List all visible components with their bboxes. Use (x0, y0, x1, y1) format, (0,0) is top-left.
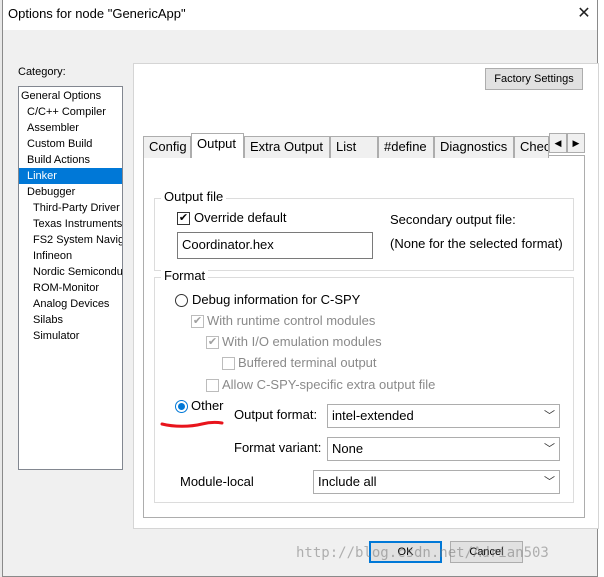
format-variant-label: Format variant: (234, 440, 322, 455)
tab-config[interactable]: Config (143, 136, 191, 158)
secondary-output-label: Secondary output file: (390, 212, 516, 227)
tab-diagnostics[interactable]: Diagnostics (434, 136, 514, 158)
output-file-legend: Output file (161, 189, 227, 204)
category-item[interactable]: Nordic Semiconduc (19, 264, 122, 280)
tab-define[interactable]: #define (378, 136, 434, 158)
chevron-down-icon: ﹀ (544, 443, 555, 455)
category-label: Category: (18, 66, 66, 78)
runtime-control-label: With runtime control modules (207, 313, 376, 328)
tab-extra-output[interactable]: Extra Output (244, 136, 330, 158)
override-default-checkbox[interactable]: ✔ (177, 212, 190, 225)
category-item[interactable]: Simulator (19, 328, 122, 344)
output-filename-input[interactable]: Coordinator.hex (177, 232, 373, 259)
tab-scroll-right-icon[interactable]: ▶ (567, 133, 585, 153)
window-title: Options for node "GenericApp" (8, 6, 186, 21)
category-item[interactable]: FS2 System Naviga (19, 232, 122, 248)
runtime-control-checkbox: ✔ (191, 315, 204, 328)
category-list[interactable]: General Options C/C++ Compiler Assembler Cu… (18, 86, 123, 470)
buffered-output-checkbox (222, 357, 235, 370)
category-item[interactable]: Build Actions (19, 152, 122, 168)
debug-info-radio[interactable] (175, 294, 188, 307)
module-local-label: Module-local (180, 474, 254, 489)
category-item[interactable]: Texas Instruments (19, 216, 122, 232)
tab-output[interactable]: Output (191, 133, 244, 158)
override-default-label: Override default (194, 210, 287, 225)
tab-scroll-left-icon[interactable]: ◀ (549, 133, 567, 153)
format-legend: Format (161, 268, 209, 283)
output-format-value: intel-extended (332, 408, 414, 423)
category-item[interactable]: Third-Party Driver (19, 200, 122, 216)
io-emulation-label: With I/O emulation modules (222, 334, 382, 349)
tab-checks[interactable]: Chec (514, 136, 549, 158)
category-item[interactable]: Assembler (19, 120, 122, 136)
chevron-down-icon: ﹀ (544, 476, 555, 488)
other-radio[interactable] (175, 400, 188, 413)
io-emulation-checkbox: ✔ (206, 336, 219, 349)
close-icon[interactable]: ✕ (571, 0, 597, 28)
watermark: http://blog.csdn.net/Adrian503 (296, 545, 549, 561)
category-item[interactable]: Silabs (19, 312, 122, 328)
chevron-down-icon: ﹀ (544, 410, 555, 422)
format-variant-value: None (332, 441, 364, 456)
output-format-label: Output format: (234, 407, 318, 422)
buffered-output-label: Buffered terminal output (238, 355, 377, 370)
output-format-select[interactable]: intel-extended ﹀ (327, 404, 560, 428)
category-item[interactable]: Linker (19, 168, 122, 184)
format-variant-select[interactable]: None ﹀ (327, 437, 560, 461)
category-item[interactable]: C/C++ Compiler (19, 104, 122, 120)
category-item[interactable]: Custom Build (19, 136, 122, 152)
secondary-output-value: (None for the selected format) (390, 236, 562, 251)
category-item[interactable]: Debugger (19, 184, 122, 200)
factory-settings-button[interactable]: Factory Settings (485, 68, 583, 90)
category-item[interactable]: Infineon (19, 248, 122, 264)
red-underline-annotation (160, 420, 224, 428)
allow-cspy-label: Allow C-SPY-specific extra output file (222, 377, 436, 392)
module-local-select[interactable]: Include all ﹀ (313, 470, 560, 494)
other-label: Other (191, 398, 224, 413)
tab-list[interactable]: List (330, 136, 378, 158)
category-item[interactable]: General Options (19, 88, 122, 104)
module-local-value: Include all (318, 474, 377, 489)
tab-content: Output file ✔ Override default Coordinat… (143, 155, 585, 518)
category-item[interactable]: ROM-Monitor (19, 280, 122, 296)
title-bar: Options for node "GenericApp" ✕ (3, 0, 597, 30)
category-item[interactable]: Analog Devices (19, 296, 122, 312)
debug-info-label: Debug information for C-SPY (192, 292, 361, 307)
allow-cspy-checkbox (206, 379, 219, 392)
